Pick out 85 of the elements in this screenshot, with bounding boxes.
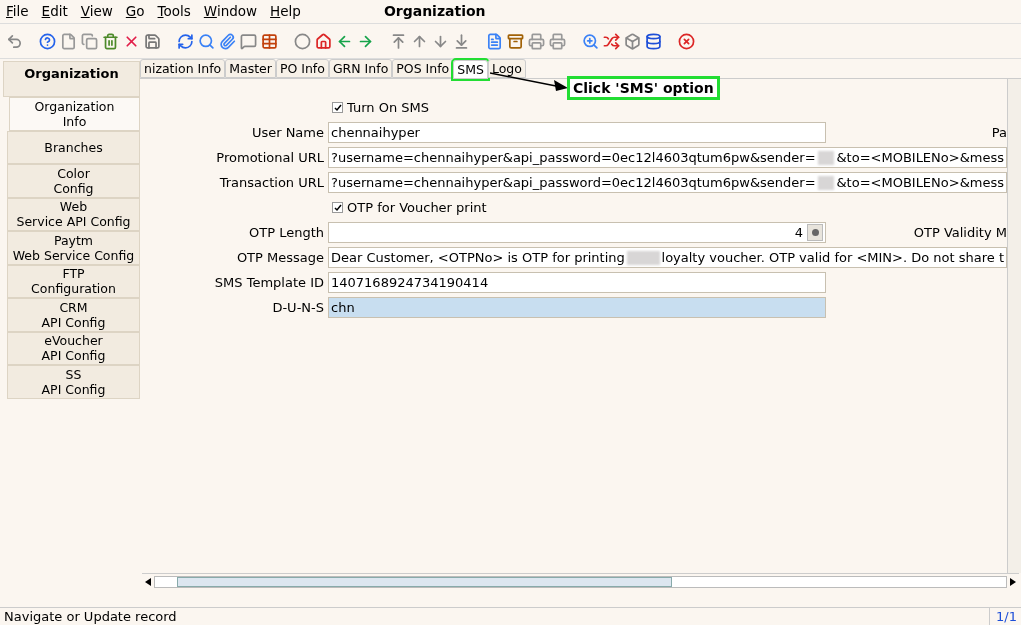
chat-icon[interactable] <box>240 32 257 50</box>
status-message: Navigate or Update record <box>3 607 178 625</box>
field-label: D-U-N-S <box>271 298 325 317</box>
window-title: Organization <box>383 2 486 21</box>
menu-item[interactable]: Window <box>203 1 258 22</box>
sidebar-item[interactable]: FTP Configuration <box>7 264 140 298</box>
tab[interactable]: nization Info <box>140 59 226 78</box>
field-text: 4 <box>794 223 803 242</box>
sidebar-item[interactable]: Branches <box>7 130 140 164</box>
input-field[interactable]: 4 <box>328 222 826 243</box>
field-label: User Name <box>250 123 325 142</box>
scroll-right-icon[interactable] <box>1009 577 1017 586</box>
field-label: Pa <box>991 123 1007 142</box>
tab[interactable]: POS Info <box>392 59 454 78</box>
first-record-icon[interactable] <box>390 32 407 50</box>
field-text: 1407168924734190414 <box>331 273 489 292</box>
save-icon[interactable] <box>144 32 161 50</box>
database-icon[interactable] <box>645 32 662 50</box>
checkbox-label: Turn On SMS <box>347 98 430 117</box>
tab[interactable]: Master <box>225 59 276 78</box>
field-text: ?username=chennaihyper&api_password=0ec12l4603qtum6pw&sender= <box>331 173 816 192</box>
menu-item[interactable]: Edit <box>41 1 68 22</box>
sidebar-item[interactable]: Color Config <box>7 164 140 198</box>
tab[interactable]: GRN Info <box>328 59 393 78</box>
sidebar-header-button[interactable]: Organization <box>3 61 140 97</box>
record-counter: 1/1 <box>989 606 1021 625</box>
input-field[interactable]: ?username=chennaihyper&api_password=0ec12l4603qtum6pw&sender= &to=<MOBILENo>&mess <box>328 147 1007 168</box>
last-record-icon[interactable] <box>453 32 470 50</box>
field-label: OTP Validity M <box>913 223 1007 242</box>
input-field[interactable]: chennaihyper <box>328 122 826 143</box>
input-field[interactable]: 1407168924734190414 <box>328 272 826 293</box>
field-text: chennaihyper <box>331 123 420 142</box>
field-text: loyalty voucher. OTP valid for <MIN>. Do not share t <box>661 248 1004 267</box>
sidebar-item[interactable]: SS API Config <box>7 365 140 399</box>
menu-item[interactable]: File <box>6 1 29 22</box>
menu-item[interactable]: Help <box>270 1 301 22</box>
field-text: Dear Customer, <OTPNo> is OTP for printing <box>331 248 625 267</box>
input-field[interactable]: chn <box>328 297 826 318</box>
field-label: Promotional URL <box>215 148 325 167</box>
sidebar-item[interactable]: Organization Info <box>9 97 140 131</box>
undo-icon[interactable] <box>6 32 23 50</box>
search-icon[interactable] <box>198 32 215 50</box>
redacted-text <box>817 150 835 165</box>
input-field[interactable]: ?username=chennaihyper&api_password=0ec12l4603qtum6pw&sender= &to=<MOBILENo>&mess <box>328 172 1007 193</box>
copy-icon[interactable] <box>81 32 98 50</box>
field-label: OTP Length <box>248 223 325 242</box>
field-text: chn <box>331 298 355 317</box>
checkbox[interactable] <box>332 102 343 113</box>
sidebar-item[interactable]: Paytm Web Service Config <box>7 231 140 265</box>
print-icon[interactable] <box>528 32 545 50</box>
field-text: &to=<MOBILENo>&mess <box>836 173 1004 192</box>
tab[interactable]: PO Info <box>275 59 329 78</box>
field-text: ?username=chennaihyper&api_password=0ec12l4603qtum6pw&sender= <box>331 148 816 167</box>
refresh-icon[interactable] <box>177 32 194 50</box>
scroll-left-icon[interactable] <box>144 577 152 586</box>
home-icon[interactable] <box>315 32 332 50</box>
field-label: OTP Message <box>235 248 325 267</box>
tab[interactable]: SMS <box>453 60 488 79</box>
zoom-icon[interactable] <box>582 32 599 50</box>
archive-icon[interactable] <box>507 32 524 50</box>
report-icon[interactable] <box>486 32 503 50</box>
attachment-icon[interactable] <box>219 32 236 50</box>
help-icon[interactable] <box>39 32 56 50</box>
field-label: Transaction URL <box>218 173 325 192</box>
callout-label: Click 'SMS' option <box>567 76 720 100</box>
horizontal-scrollbar[interactable] <box>154 575 1007 588</box>
menu-item[interactable]: Go <box>125 1 145 22</box>
vertical-scrollbar[interactable] <box>1007 79 1021 573</box>
sidebar-item[interactable]: Web Service API Config <box>7 197 140 231</box>
print-preview-icon[interactable] <box>549 32 566 50</box>
checkbox-label: OTP for Voucher print <box>347 198 487 217</box>
redacted-text <box>817 175 835 190</box>
field-text: &to=<MOBILENo>&mess <box>836 148 1004 167</box>
redacted-text <box>626 250 660 265</box>
delete-icon[interactable] <box>102 32 119 50</box>
grid-toggle-icon[interactable] <box>261 32 278 50</box>
spinner-icon[interactable] <box>807 224 823 241</box>
close-icon[interactable] <box>678 32 695 50</box>
menu-item[interactable]: View <box>80 1 113 22</box>
field-label: SMS Template ID <box>213 273 325 292</box>
input-field[interactable]: Dear Customer, <OTPNo> is OTP for printing loyalty voucher. OTP valid for <MIN>. Do not share t <box>328 247 1007 268</box>
checkbox[interactable] <box>332 202 343 213</box>
sidebar-item[interactable]: eVoucher API Config <box>7 331 140 365</box>
menu-item[interactable]: Tools <box>157 1 191 22</box>
new-record-icon[interactable] <box>60 32 77 50</box>
